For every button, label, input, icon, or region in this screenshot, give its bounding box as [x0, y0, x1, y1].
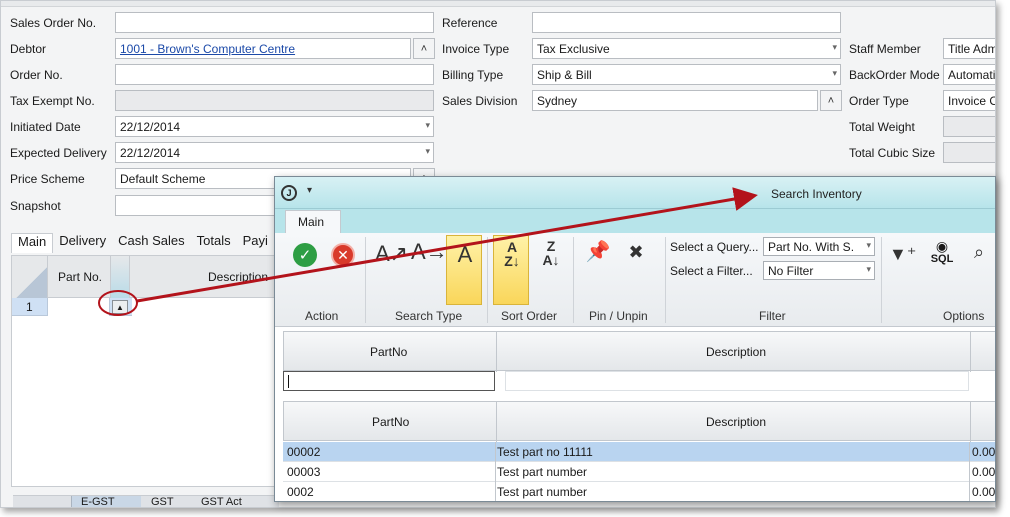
annotation-arrow — [136, 187, 758, 303]
annotation-overlay — [98, 187, 758, 316]
annotation-circle — [98, 290, 138, 316]
